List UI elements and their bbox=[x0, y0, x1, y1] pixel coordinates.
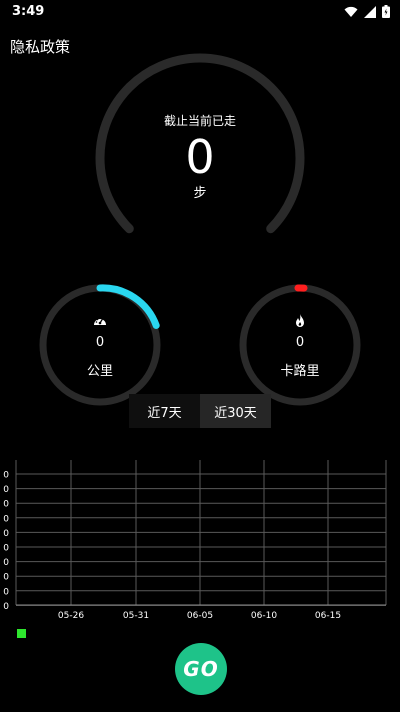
chart-y-tick-label: 0 bbox=[3, 602, 9, 612]
status-icons bbox=[344, 5, 390, 18]
app-screen: 3:49 隐私政策 截止当前已走 0 步 0 公里 0 卡路里 近7天 近30天… bbox=[0, 0, 400, 712]
steps-unit: 步 bbox=[193, 186, 207, 201]
steps-value: 0 bbox=[185, 130, 215, 184]
calorie-value: 0 bbox=[295, 335, 305, 350]
chart-y-tick-label: 0 bbox=[3, 544, 9, 554]
range-tabs: 近7天 近30天 bbox=[129, 394, 271, 428]
distance-ring: 0 公里 bbox=[38, 283, 162, 407]
chart-x-tick-label: 06-15 bbox=[315, 611, 341, 621]
privacy-policy-link[interactable]: 隐私政策 bbox=[10, 36, 70, 57]
chart-y-tick-label: 0 bbox=[3, 500, 9, 510]
chart-y-tick-label: 0 bbox=[3, 558, 9, 568]
status-bar: 3:49 bbox=[0, 0, 400, 24]
chart-y-tick-label: 0 bbox=[3, 587, 9, 597]
tab-30-days[interactable]: 近30天 bbox=[200, 394, 271, 428]
calorie-ring: 0 卡路里 bbox=[238, 283, 362, 407]
chart-x-tick-label: 05-26 bbox=[58, 611, 84, 621]
flame-icon bbox=[292, 313, 308, 329]
wifi-icon bbox=[344, 6, 358, 18]
distance-value: 0 bbox=[95, 335, 105, 350]
steps-chart: 0 0 0 0 0 0 0 0 0 0 05-26 05-31 06-05 06-10 06-15 bbox=[0, 455, 400, 630]
chart-y-tick-label: 0 bbox=[3, 529, 9, 539]
chart-y-tick-label: 0 bbox=[3, 514, 9, 524]
chart-y-tick-label: 0 bbox=[3, 573, 9, 583]
status-time: 3:49 bbox=[12, 4, 45, 19]
chart-y-tick-label: 0 bbox=[3, 471, 9, 481]
chart-x-tick-label: 06-05 bbox=[187, 611, 213, 621]
chart-x-tick-label: 06-10 bbox=[251, 611, 277, 621]
speedometer-icon bbox=[92, 313, 108, 329]
go-button-label: GO bbox=[183, 657, 219, 681]
tab-7-days[interactable]: 近7天 bbox=[129, 394, 200, 428]
chart-y-tick-label: 0 bbox=[3, 485, 9, 495]
legend-swatch bbox=[17, 629, 26, 638]
signal-icon bbox=[364, 5, 376, 18]
steps-caption: 截止当前已走 bbox=[163, 114, 236, 128]
distance-unit: 公里 bbox=[86, 364, 113, 379]
calorie-unit: 卡路里 bbox=[280, 364, 320, 379]
go-button[interactable]: GO bbox=[175, 643, 227, 695]
battery-icon bbox=[382, 5, 390, 18]
chart-canvas: 0 0 0 0 0 0 0 0 0 0 05-26 05-31 06-05 06-10 06-15 bbox=[3, 460, 387, 621]
chart-x-tick-label: 05-31 bbox=[123, 611, 149, 621]
steps-gauge: 截止当前已走 0 步 bbox=[94, 52, 306, 242]
